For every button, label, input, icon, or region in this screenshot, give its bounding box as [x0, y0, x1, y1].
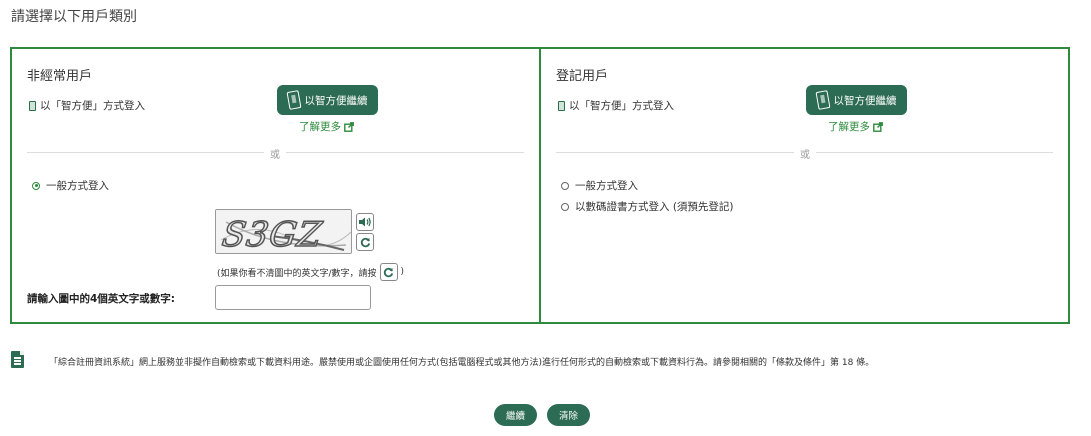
document-icon — [11, 351, 24, 368]
notice-text: 「綜合註冊資訊系統」網上服務並非擬作自動檢索或下載資料用途。嚴禁使用或企圖使用任… — [49, 358, 875, 368]
clear-button[interactable]: 清除 — [547, 404, 591, 426]
iam-continue-button[interactable]: 以智方便繼續 — [277, 85, 378, 115]
phone-icon — [815, 90, 830, 110]
general-login-radio[interactable] — [32, 181, 40, 190]
general-login-label: 一般方式登入 — [575, 180, 638, 192]
user-type-panels: 非經常用戶 以「智方便」方式登入 以智方便繼續 了解更多 或 一般方式登入 S3… — [10, 47, 1070, 324]
refresh-icon — [360, 237, 370, 247]
external-link-icon — [873, 121, 883, 132]
captcha-text: S3GZ — [220, 215, 326, 254]
iam-continue-label: 以智方便繼續 — [833, 94, 897, 107]
external-link-icon — [344, 121, 354, 132]
captcha-input-label: 請輸入圖中的4個英文字或數字: — [27, 293, 176, 305]
iam-login-text: 以「智方便」方式登入 — [569, 100, 674, 112]
cert-login-label: 以數碼證書方式登入 (須預先登記) — [575, 201, 734, 213]
cert-login-option[interactable]: 以數碼證書方式登入 (須預先登記) — [561, 199, 734, 214]
phone-icon — [286, 90, 301, 110]
captcha-hint-prefix: (如果你看不清圖中的英文字/數字，請按 — [217, 268, 377, 279]
or-divider-label: 或 — [264, 146, 286, 161]
iam-login-text: 以「智方便」方式登入 — [40, 100, 145, 112]
registered-user-title: 登記用戶 — [556, 69, 609, 84]
captcha-input[interactable] — [215, 285, 371, 310]
captcha-audio-button[interactable] — [356, 213, 374, 231]
phone-icon — [29, 100, 36, 111]
speaker-icon — [359, 217, 371, 227]
learn-more-link[interactable]: 了解更多 — [299, 119, 354, 134]
captcha-hint-suffix: ) — [400, 267, 405, 277]
phone-icon — [558, 100, 565, 111]
general-login-option[interactable]: 一般方式登入 — [32, 178, 109, 193]
cert-login-radio[interactable] — [561, 202, 569, 211]
registered-user-panel: 登記用戶 以「智方便」方式登入 以智方便繼續 了解更多 或 一般方式登入 以數碼… — [539, 49, 1068, 322]
general-login-label: 一般方式登入 — [46, 180, 109, 192]
general-login-radio[interactable] — [561, 181, 569, 190]
captcha-image: S3GZ — [215, 209, 352, 254]
notice: 「綜合註冊資訊系統」網上服務並非擬作自動檢索或下載資料用途。嚴禁使用或企圖使用任… — [11, 351, 874, 368]
learn-more-label: 了解更多 — [299, 121, 341, 133]
learn-more-label: 了解更多 — [828, 121, 870, 133]
or-divider-label: 或 — [794, 146, 816, 161]
captcha-refresh-inline-button[interactable] — [379, 263, 398, 281]
casual-user-title: 非經常用戶 — [27, 69, 93, 84]
page-title: 請選擇以下用戶類別 — [11, 9, 137, 25]
captcha-refresh-button[interactable] — [356, 233, 374, 251]
form-actions: 繼續 清除 — [494, 404, 591, 426]
continue-button[interactable]: 繼續 — [494, 404, 538, 426]
iam-continue-button[interactable]: 以智方便繼續 — [806, 85, 907, 115]
iam-login-row: 以「智方便」方式登入 — [558, 98, 674, 113]
iam-login-row: 以「智方便」方式登入 — [29, 98, 145, 113]
casual-user-panel: 非經常用戶 以「智方便」方式登入 以智方便繼續 了解更多 或 一般方式登入 S3… — [12, 49, 539, 322]
learn-more-link[interactable]: 了解更多 — [828, 119, 883, 134]
captcha-hint: (如果你看不清圖中的英文字/數字，請按 ) — [217, 263, 404, 281]
iam-continue-label: 以智方便繼續 — [304, 94, 368, 107]
refresh-icon — [383, 267, 394, 277]
general-login-option[interactable]: 一般方式登入 — [561, 178, 638, 193]
